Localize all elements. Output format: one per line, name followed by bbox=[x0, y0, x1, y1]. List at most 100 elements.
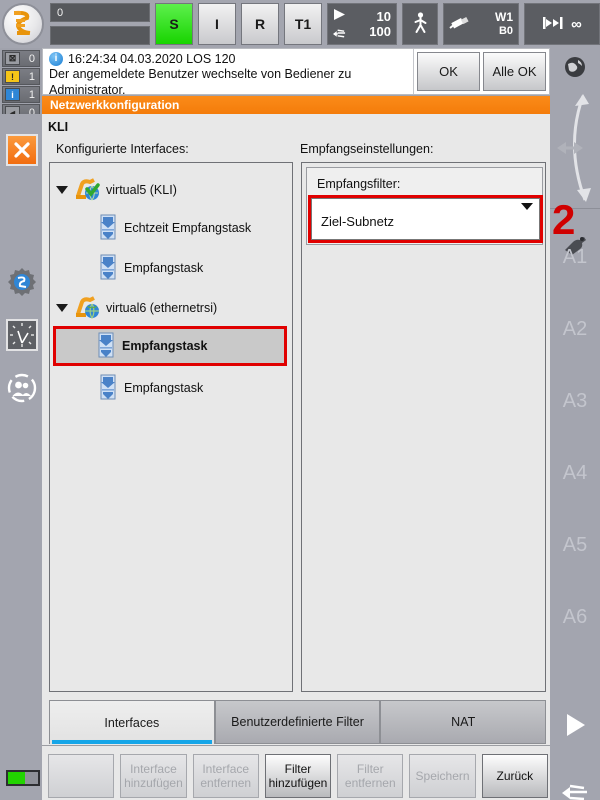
tool-base-button[interactable]: W1 B0 bbox=[443, 3, 519, 45]
tree-node-empfangstask-1-label: Empfangstask bbox=[124, 261, 204, 275]
manual-mode-button[interactable] bbox=[402, 3, 438, 45]
walking-person-icon bbox=[413, 11, 428, 37]
tool-number: W1 bbox=[495, 10, 513, 24]
globe-icon[interactable] bbox=[564, 56, 586, 83]
interface-entfernen-line1: Interface bbox=[202, 762, 250, 776]
battery-indicator bbox=[6, 770, 40, 786]
tree-node-virtual5[interactable]: virtual5 (KLI) bbox=[56, 173, 177, 207]
close-button[interactable] bbox=[6, 134, 38, 166]
axis-label-a1[interactable]: A1 bbox=[550, 246, 600, 269]
tree-node-virtual6[interactable]: virtual6 (ethernetrsi) bbox=[56, 291, 217, 325]
filter-hinzufuegen-button[interactable]: Filter hinzufügen bbox=[264, 754, 332, 798]
filter-entfernen-line1: Filter bbox=[356, 762, 384, 776]
status-display-fields: 0 bbox=[50, 3, 150, 45]
robot-interpreter-button[interactable]: R bbox=[241, 3, 279, 45]
axis-label-a2[interactable]: A2 bbox=[550, 318, 600, 341]
tree-node-empfangstask-2[interactable]: Empfangstask bbox=[53, 326, 287, 366]
axis-label-a3[interactable]: A3 bbox=[550, 390, 600, 413]
hand-jog-icon[interactable] bbox=[562, 783, 588, 800]
left-icon-sidebar bbox=[0, 114, 42, 800]
interface-entfernen-button[interactable]: Interface entfernen bbox=[192, 754, 259, 798]
hand-icon bbox=[333, 26, 346, 42]
play-triangle-icon[interactable] bbox=[566, 713, 586, 742]
tree-node-empfangstask-1[interactable]: Empfangstask bbox=[98, 251, 203, 285]
tree-node-empfangstask-3-label: Empfangstask bbox=[124, 381, 204, 395]
interfaces-tree[interactable]: virtual5 (KLI) Echtzeit Empfangstask Emp… bbox=[49, 162, 293, 692]
tab-underline-divider bbox=[42, 745, 550, 746]
receive-filter-value: Ziel-Subnetz bbox=[321, 214, 394, 229]
blank-button[interactable] bbox=[48, 754, 115, 798]
status-field-program[interactable]: 0 bbox=[50, 3, 150, 22]
battery-fill bbox=[8, 772, 26, 784]
chevron-down-icon[interactable] bbox=[521, 203, 533, 210]
receive-settings-label: Empfangseinstellungen: bbox=[300, 142, 434, 156]
play-icon bbox=[333, 7, 346, 23]
info-messages-counter[interactable]: i 1 bbox=[2, 86, 40, 103]
tool-icon bbox=[449, 14, 471, 35]
tree-node-empfangstask-2-label: Empfangstask bbox=[122, 339, 208, 353]
kuka-robot-logo-icon[interactable] bbox=[2, 3, 44, 45]
increment-value: ∞ bbox=[571, 15, 582, 33]
axis-label-a4[interactable]: A4 bbox=[550, 462, 600, 485]
filter-entfernen-line2: entfernen bbox=[344, 776, 396, 790]
tree-node-empfangstask-3[interactable]: Empfangstask bbox=[98, 371, 203, 405]
tab-interfaces[interactable]: Interfaces bbox=[49, 700, 215, 744]
tree-node-echtzeit-empfangstask[interactable]: Echtzeit Empfangstask bbox=[98, 211, 251, 245]
robot-network-icon bbox=[74, 294, 100, 323]
tree-node-virtual6-label: virtual6 (ethernetrsi) bbox=[106, 301, 218, 315]
interface-hinzufuegen-line2: hinzufügen bbox=[124, 776, 183, 790]
drives-ready-button[interactable]: I bbox=[198, 3, 236, 45]
message-text-area: i 16:24:34 04.03.2020 LOS 120 Der angeme… bbox=[43, 49, 413, 97]
increment-button[interactable]: ∞ bbox=[524, 3, 600, 45]
curved-arrow-icon bbox=[553, 88, 597, 213]
increment-icon bbox=[543, 16, 565, 33]
tab-benutzerdefinierte-filter[interactable]: Benutzerdefinierte Filter bbox=[214, 700, 381, 744]
bottom-tab-bar: Interfaces Benutzerdefinierte Filter NAT bbox=[49, 700, 547, 744]
main-content-area: KLI Konfigurierte Interfaces: Empfangsei… bbox=[42, 114, 550, 800]
status-field-secondary[interactable] bbox=[50, 26, 150, 45]
chevron-down-icon[interactable] bbox=[56, 186, 68, 194]
filter-hinzufuegen-line2: hinzufügen bbox=[268, 776, 328, 790]
operating-mode-button[interactable]: T1 bbox=[284, 3, 322, 45]
robot-network-ok-icon bbox=[74, 176, 100, 205]
tree-node-virtual5-label: virtual5 (KLI) bbox=[106, 183, 177, 197]
top-status-bar: 0 S I R T1 10 100 W1 B0 ∞ bbox=[0, 0, 600, 48]
message-banner[interactable]: i 16:24:34 04.03.2020 LOS 120 Der angeme… bbox=[42, 48, 550, 97]
speichern-button[interactable]: Speichern bbox=[409, 754, 476, 798]
users-icon[interactable] bbox=[6, 372, 38, 404]
warning-messages-counter[interactable]: ! 1 bbox=[2, 68, 40, 85]
override-button[interactable]: 10 100 bbox=[327, 3, 397, 45]
info-circle-icon: i bbox=[49, 52, 63, 66]
receive-task-icon bbox=[98, 214, 118, 243]
ack-icon: ⊠ bbox=[5, 52, 20, 65]
zurueck-button[interactable]: Zurück bbox=[481, 754, 548, 798]
program-override-value: 10 bbox=[376, 9, 391, 24]
interface-entfernen-line2: entfernen bbox=[200, 776, 252, 790]
kli-heading: KLI bbox=[48, 120, 69, 134]
filter-entfernen-button[interactable]: Filter entfernen bbox=[337, 754, 404, 798]
gear-icon[interactable] bbox=[6, 266, 38, 298]
warning-icon: ! bbox=[5, 70, 20, 83]
chevron-down-icon[interactable] bbox=[56, 304, 68, 312]
right-jog-sidebar: A1 A2 A3 A4 A5 A6 bbox=[550, 48, 600, 800]
axis-label-a5[interactable]: A5 bbox=[550, 534, 600, 557]
info-count: 1 bbox=[28, 88, 35, 101]
tab-nat[interactable]: NAT bbox=[380, 700, 547, 744]
receive-filter-label: Empfangsfilter: bbox=[317, 177, 401, 191]
filter-hinzufuegen-line1: Filter bbox=[284, 762, 312, 776]
annotation-marker-2: 2 bbox=[552, 196, 576, 243]
bottom-button-row: Interface hinzufügen Interface entfernen… bbox=[48, 754, 548, 798]
axis-label-a6[interactable]: A6 bbox=[550, 606, 600, 629]
receive-task-icon bbox=[98, 254, 118, 283]
clock-icon[interactable] bbox=[6, 319, 38, 351]
ok-button[interactable]: OK bbox=[417, 52, 480, 91]
acknowledge-messages-counter[interactable]: ⊠ 0 bbox=[2, 50, 40, 67]
warning-count: 1 bbox=[28, 70, 35, 83]
message-body-line-1: Der angemeldete Benutzer wechselte von B… bbox=[49, 67, 352, 81]
receive-filter-dropdown[interactable]: Ziel-Subnetz bbox=[308, 195, 543, 243]
all-ok-button[interactable]: Alle OK bbox=[483, 52, 546, 91]
info-icon: i bbox=[5, 88, 20, 101]
submit-interpreter-button[interactable]: S bbox=[155, 3, 193, 45]
smartpad-screen: 0 S I R T1 10 100 W1 B0 ∞ ⊠ 0 ! 1 i 1 ◄ … bbox=[0, 0, 600, 800]
interface-hinzufuegen-button[interactable]: Interface hinzufügen bbox=[120, 754, 187, 798]
